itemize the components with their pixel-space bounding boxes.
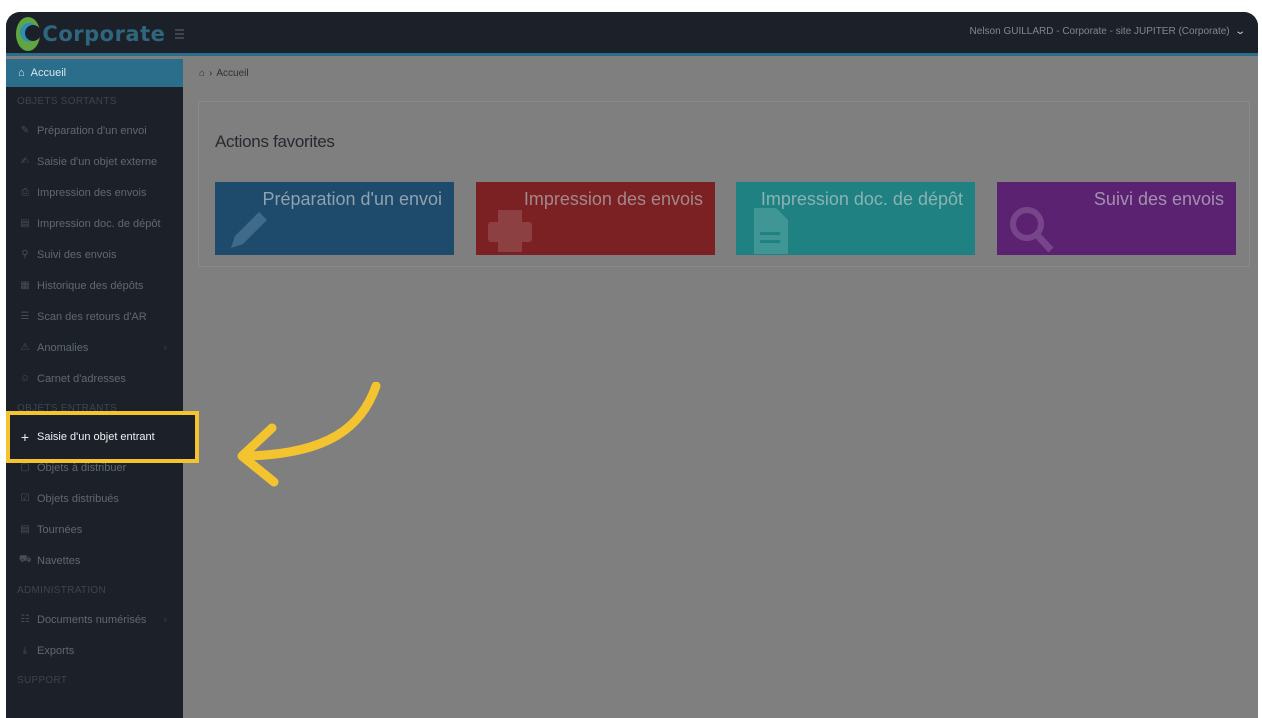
box-icon: ▢	[20, 462, 30, 473]
sidebar-item-preparation[interactable]: ✎ Préparation d'un envoi	[6, 115, 183, 146]
sidebar-item-accueil[interactable]: ⌂ Accueil	[6, 59, 183, 87]
printer-icon	[488, 210, 532, 252]
sidebar-item-objets-distribues[interactable]: ☑ Objets distribués	[6, 483, 183, 514]
edit-icon: ✍	[20, 156, 30, 167]
sidebar-item-suivi[interactable]: ⚲ Suivi des envois	[6, 239, 183, 270]
section-objets-sortants: OBJETS SORTANTS	[17, 95, 117, 107]
chevron-right-icon: ›	[163, 342, 167, 353]
user-menu[interactable]: Nelson GUILLARD - Corporate - site JUPIT…	[969, 26, 1246, 37]
file-icon	[754, 208, 788, 254]
warning-icon: ⚠	[20, 342, 30, 353]
sidebar-item-carnet[interactable]: ☺ Carnet d'adresses	[6, 363, 183, 394]
sidebar-item-exports[interactable]: ⤓ Exports	[6, 635, 183, 666]
favorites-panel: Actions favorites Préparation d'un envoi…	[198, 101, 1250, 267]
tile-impression-envois[interactable]: Impression des envois	[476, 182, 715, 255]
chevron-down-icon: ⌄	[1233, 26, 1246, 37]
sidebar-item-scan-ar[interactable]: ☰ Scan des retours d'AR	[6, 301, 183, 332]
users-icon: ☺	[19, 373, 31, 384]
logo[interactable]: Corporate	[16, 17, 184, 51]
logo-text: Corporate	[42, 22, 166, 46]
section-administration: ADMINISTRATION	[17, 584, 107, 596]
barcode-icon: ☰	[20, 311, 30, 322]
sidebar-item-impression-doc[interactable]: ▤ Impression doc. de dépôt	[6, 208, 183, 239]
check-icon: ☑	[20, 493, 30, 504]
sidebar-item-tournees[interactable]: ▤ Tournées	[6, 514, 183, 545]
breadcrumb-current: Accueil	[216, 67, 249, 79]
file-icon: ▤	[20, 218, 30, 229]
user-name: Nelson GUILLARD - Corporate - site JUPIT…	[969, 26, 1230, 37]
tile-impression-doc-depot[interactable]: Impression doc. de dépôt	[736, 182, 975, 255]
sidebar: ⌂ Accueil OBJETS SORTANTS ✎ Préparation …	[6, 59, 199, 718]
section-support: SUPPORT	[17, 674, 68, 686]
tile-preparation-envoi[interactable]: Préparation d'un envoi	[215, 182, 454, 255]
app-window: Corporate Nelson GUILLARD - Corporate - …	[6, 12, 1258, 718]
search-icon: ⚲	[21, 249, 29, 260]
sidebar-item-saisie-entrant[interactable]: + Saisie d'un objet entrant	[6, 411, 199, 463]
sidebar-item-impression-envois[interactable]: ⎙ Impression des envois	[6, 177, 183, 208]
sidebar-item-documents-numerises[interactable]: ☷ Documents numérisés ›	[6, 604, 183, 635]
logo-icon	[16, 17, 42, 51]
home-icon: ⌂	[18, 67, 25, 79]
chevron-right-icon: ›	[163, 614, 167, 625]
calendar-icon: ▦	[20, 280, 30, 291]
plus-icon: +	[20, 429, 30, 445]
breadcrumb-separator: ›	[209, 67, 213, 79]
hamburger-icon[interactable]	[175, 29, 184, 39]
scan-icon: ☷	[20, 614, 30, 625]
top-bar: Corporate Nelson GUILLARD - Corporate - …	[6, 12, 1258, 56]
tile-suivi-envois[interactable]: Suivi des envois	[997, 182, 1236, 255]
sidebar-item-anomalies[interactable]: ⚠ Anomalies ›	[6, 332, 183, 363]
cart-icon: ▤	[20, 524, 30, 535]
pencil-icon	[231, 212, 267, 248]
sidebar-item-historique[interactable]: ▦ Historique des dépôts	[6, 270, 183, 301]
truck-icon: ⛟	[19, 554, 32, 565]
printer-icon: ⎙	[21, 187, 29, 198]
sidebar-item-saisie-externe[interactable]: ✍ Saisie d'un objet externe	[6, 146, 183, 177]
panel-title: Actions favorites	[215, 132, 335, 151]
search-icon	[1010, 207, 1054, 253]
download-icon: ⤓	[22, 645, 28, 656]
breadcrumb: ⌂ › Accueil	[183, 59, 1258, 87]
sidebar-item-navettes[interactable]: ⛟ Navettes	[6, 545, 183, 576]
annotation-arrow	[237, 382, 381, 487]
home-icon[interactable]: ⌂	[199, 68, 205, 79]
pencil-icon: ✎	[20, 125, 30, 136]
